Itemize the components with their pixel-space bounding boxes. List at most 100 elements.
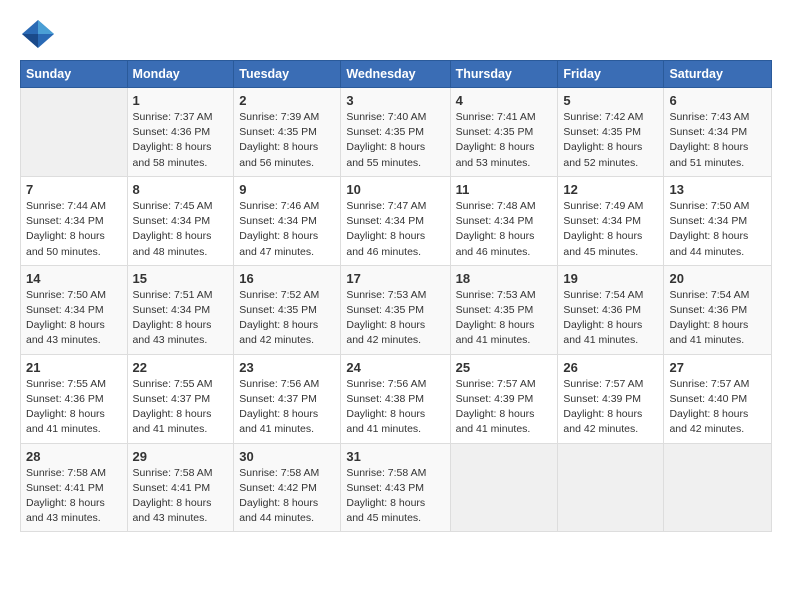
calendar-cell: 8Sunrise: 7:45 AM Sunset: 4:34 PM Daylig… bbox=[127, 176, 234, 265]
day-number: 11 bbox=[456, 182, 553, 197]
calendar-cell bbox=[664, 443, 772, 532]
day-number: 9 bbox=[239, 182, 335, 197]
calendar-cell: 3 Sunrise: 7:40 AM Sunset: 4:35 PM Daylig… bbox=[341, 88, 450, 177]
calendar-cell: 7 Sunrise: 7:44 AM Sunset: 4:34 PM Daylig… bbox=[21, 176, 128, 265]
day-info: Sunrise: 7:40 AM Sunset: 4:35 PM Dayligh… bbox=[346, 110, 444, 171]
day-number: 30 bbox=[239, 449, 335, 464]
day-info: Sunrise: 7:57 AM Sunset: 4:39 PM Dayligh… bbox=[456, 377, 553, 438]
logo bbox=[20, 16, 60, 52]
calendar-cell: 23Sunrise: 7:56 AM Sunset: 4:37 PM Dayli… bbox=[234, 354, 341, 443]
calendar-cell: 15 Sunrise: 7:51 AM Sunset: 4:34 PM Dayli… bbox=[127, 265, 234, 354]
day-number: 24 bbox=[346, 360, 444, 375]
day-number: 23 bbox=[239, 360, 335, 375]
day-number: 10 bbox=[346, 182, 444, 197]
calendar-cell: 28Sunrise: 7:58 AM Sunset: 4:41 PM Dayli… bbox=[21, 443, 128, 532]
day-info: Sunrise: 7:37 AM Sunset: 4:36 PM Dayligh… bbox=[133, 110, 229, 171]
calendar-cell: 19 Sunrise: 7:54 AM Sunset: 4:36 PM Dayli… bbox=[558, 265, 664, 354]
day-info: Sunrise: 7:56 AM Sunset: 4:38 PM Dayligh… bbox=[346, 377, 444, 438]
day-number: 4 bbox=[456, 93, 553, 108]
day-info: Sunrise: 7:44 AM Sunset: 4:34 PM Dayligh… bbox=[26, 199, 122, 260]
calendar-cell bbox=[450, 443, 558, 532]
calendar-week-row: 14 Sunrise: 7:50 AM Sunset: 4:34 PM Dayli… bbox=[21, 265, 772, 354]
day-number: 29 bbox=[133, 449, 229, 464]
day-number: 2 bbox=[239, 93, 335, 108]
day-info: Sunrise: 7:48 AM Sunset: 4:34 PM Dayligh… bbox=[456, 199, 553, 260]
calendar-cell: 24 Sunrise: 7:56 AM Sunset: 4:38 PM Dayli… bbox=[341, 354, 450, 443]
day-info: Sunrise: 7:46 AM Sunset: 4:34 PM Dayligh… bbox=[239, 199, 335, 260]
weekday-header: Friday bbox=[558, 61, 664, 88]
day-number: 13 bbox=[669, 182, 766, 197]
day-number: 14 bbox=[26, 271, 122, 286]
day-info: Sunrise: 7:58 AM Sunset: 4:41 PM Dayligh… bbox=[133, 466, 229, 527]
day-number: 3 bbox=[346, 93, 444, 108]
calendar-week-row: 1 Sunrise: 7:37 AM Sunset: 4:36 PM Daylig… bbox=[21, 88, 772, 177]
calendar-cell: 6Sunrise: 7:43 AM Sunset: 4:34 PM Daylig… bbox=[664, 88, 772, 177]
day-info: Sunrise: 7:41 AM Sunset: 4:35 PM Dayligh… bbox=[456, 110, 553, 171]
calendar-week-row: 28Sunrise: 7:58 AM Sunset: 4:41 PM Dayli… bbox=[21, 443, 772, 532]
weekday-header-row: SundayMondayTuesdayWednesdayThursdayFrid… bbox=[21, 61, 772, 88]
day-number: 6 bbox=[669, 93, 766, 108]
day-number: 18 bbox=[456, 271, 553, 286]
weekday-header: Wednesday bbox=[341, 61, 450, 88]
calendar-cell: 9 Sunrise: 7:46 AM Sunset: 4:34 PM Daylig… bbox=[234, 176, 341, 265]
calendar-cell: 29 Sunrise: 7:58 AM Sunset: 4:41 PM Dayli… bbox=[127, 443, 234, 532]
day-info: Sunrise: 7:50 AM Sunset: 4:34 PM Dayligh… bbox=[26, 288, 122, 349]
calendar-cell: 1 Sunrise: 7:37 AM Sunset: 4:36 PM Daylig… bbox=[127, 88, 234, 177]
calendar-cell: 25 Sunrise: 7:57 AM Sunset: 4:39 PM Dayli… bbox=[450, 354, 558, 443]
weekday-header: Monday bbox=[127, 61, 234, 88]
calendar-cell bbox=[558, 443, 664, 532]
day-number: 1 bbox=[133, 93, 229, 108]
day-number: 5 bbox=[563, 93, 658, 108]
weekday-header: Thursday bbox=[450, 61, 558, 88]
day-info: Sunrise: 7:42 AM Sunset: 4:35 PM Dayligh… bbox=[563, 110, 658, 171]
calendar-week-row: 21Sunrise: 7:55 AM Sunset: 4:36 PM Dayli… bbox=[21, 354, 772, 443]
day-number: 19 bbox=[563, 271, 658, 286]
day-info: Sunrise: 7:58 AM Sunset: 4:42 PM Dayligh… bbox=[239, 466, 335, 527]
day-number: 8 bbox=[133, 182, 229, 197]
weekday-header: Tuesday bbox=[234, 61, 341, 88]
calendar-cell: 14 Sunrise: 7:50 AM Sunset: 4:34 PM Dayli… bbox=[21, 265, 128, 354]
day-number: 15 bbox=[133, 271, 229, 286]
page-header bbox=[20, 16, 772, 52]
day-info: Sunrise: 7:39 AM Sunset: 4:35 PM Dayligh… bbox=[239, 110, 335, 171]
calendar-cell bbox=[21, 88, 128, 177]
calendar-week-row: 7 Sunrise: 7:44 AM Sunset: 4:34 PM Daylig… bbox=[21, 176, 772, 265]
day-info: Sunrise: 7:58 AM Sunset: 4:41 PM Dayligh… bbox=[26, 466, 122, 527]
day-number: 7 bbox=[26, 182, 122, 197]
calendar-cell: 4 Sunrise: 7:41 AM Sunset: 4:35 PM Daylig… bbox=[450, 88, 558, 177]
day-info: Sunrise: 7:49 AM Sunset: 4:34 PM Dayligh… bbox=[563, 199, 658, 260]
calendar-cell: 26Sunrise: 7:57 AM Sunset: 4:39 PM Dayli… bbox=[558, 354, 664, 443]
calendar-cell: 27 Sunrise: 7:57 AM Sunset: 4:40 PM Dayli… bbox=[664, 354, 772, 443]
day-info: Sunrise: 7:55 AM Sunset: 4:37 PM Dayligh… bbox=[133, 377, 229, 438]
calendar-cell: 12Sunrise: 7:49 AM Sunset: 4:34 PM Dayli… bbox=[558, 176, 664, 265]
calendar-cell: 11 Sunrise: 7:48 AM Sunset: 4:34 PM Dayli… bbox=[450, 176, 558, 265]
calendar-cell: 30 Sunrise: 7:58 AM Sunset: 4:42 PM Dayli… bbox=[234, 443, 341, 532]
calendar-cell: 31 Sunrise: 7:58 AM Sunset: 4:43 PM Dayli… bbox=[341, 443, 450, 532]
day-info: Sunrise: 7:54 AM Sunset: 4:36 PM Dayligh… bbox=[563, 288, 658, 349]
day-info: Sunrise: 7:53 AM Sunset: 4:35 PM Dayligh… bbox=[346, 288, 444, 349]
day-info: Sunrise: 7:50 AM Sunset: 4:34 PM Dayligh… bbox=[669, 199, 766, 260]
calendar-cell: 22 Sunrise: 7:55 AM Sunset: 4:37 PM Dayli… bbox=[127, 354, 234, 443]
day-info: Sunrise: 7:57 AM Sunset: 4:40 PM Dayligh… bbox=[669, 377, 766, 438]
day-info: Sunrise: 7:52 AM Sunset: 4:35 PM Dayligh… bbox=[239, 288, 335, 349]
day-number: 20 bbox=[669, 271, 766, 286]
calendar-cell: 2 Sunrise: 7:39 AM Sunset: 4:35 PM Daylig… bbox=[234, 88, 341, 177]
day-info: Sunrise: 7:53 AM Sunset: 4:35 PM Dayligh… bbox=[456, 288, 553, 349]
calendar-cell: 21Sunrise: 7:55 AM Sunset: 4:36 PM Dayli… bbox=[21, 354, 128, 443]
calendar-cell: 20 Sunrise: 7:54 AM Sunset: 4:36 PM Dayli… bbox=[664, 265, 772, 354]
day-number: 31 bbox=[346, 449, 444, 464]
day-info: Sunrise: 7:51 AM Sunset: 4:34 PM Dayligh… bbox=[133, 288, 229, 349]
logo-icon bbox=[20, 16, 56, 52]
day-number: 22 bbox=[133, 360, 229, 375]
day-info: Sunrise: 7:47 AM Sunset: 4:34 PM Dayligh… bbox=[346, 199, 444, 260]
day-number: 26 bbox=[563, 360, 658, 375]
weekday-header: Sunday bbox=[21, 61, 128, 88]
calendar-cell: 17Sunrise: 7:53 AM Sunset: 4:35 PM Dayli… bbox=[341, 265, 450, 354]
day-info: Sunrise: 7:55 AM Sunset: 4:36 PM Dayligh… bbox=[26, 377, 122, 438]
calendar-cell: 16Sunrise: 7:52 AM Sunset: 4:35 PM Dayli… bbox=[234, 265, 341, 354]
weekday-header: Saturday bbox=[664, 61, 772, 88]
day-number: 25 bbox=[456, 360, 553, 375]
day-info: Sunrise: 7:54 AM Sunset: 4:36 PM Dayligh… bbox=[669, 288, 766, 349]
day-info: Sunrise: 7:58 AM Sunset: 4:43 PM Dayligh… bbox=[346, 466, 444, 527]
day-number: 27 bbox=[669, 360, 766, 375]
